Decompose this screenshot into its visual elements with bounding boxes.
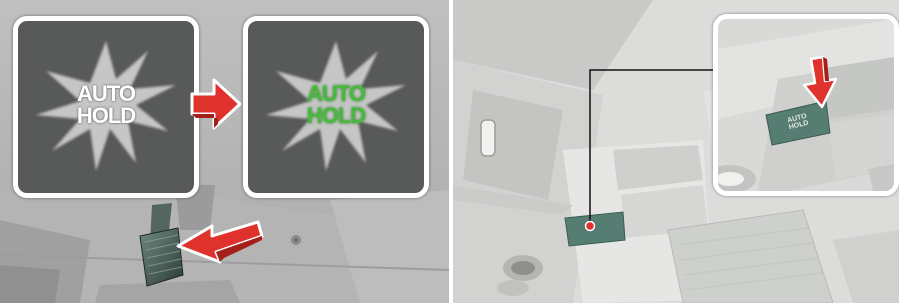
right-illustration-panel: AUTO HOLD (453, 0, 899, 303)
push-down-arrow-icon (802, 55, 838, 109)
auto-hold-label-on: AUTO HOLD (248, 83, 424, 127)
auto-text: AUTO (307, 81, 366, 106)
auto-hold-indicator-on: AUTO HOLD (243, 16, 429, 198)
auto-hold-switch-zoom: AUTO HOLD (713, 14, 899, 196)
switch-location-dot-icon (584, 220, 596, 232)
hold-text: HOLD (306, 103, 366, 128)
left-illustration-panel: AUTO HOLD AUTO HOLD (0, 0, 449, 303)
